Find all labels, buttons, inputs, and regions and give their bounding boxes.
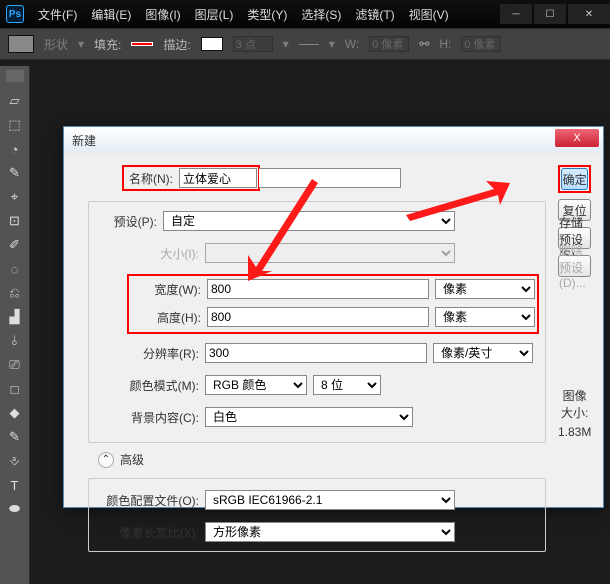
tool-6[interactable]: ✐ (3, 234, 27, 256)
tool-3[interactable]: ✎ (3, 162, 27, 184)
par-select[interactable]: 方形像素 (205, 522, 455, 542)
size-select (205, 243, 455, 263)
size-label: 大小(I): (95, 245, 205, 262)
fill-label: 填充: (94, 36, 121, 53)
width-label: 宽度(W): (131, 281, 207, 298)
fill-swatch[interactable] (131, 42, 153, 46)
mode-label: 颜色模式(M): (95, 377, 205, 394)
new-document-dialog: 新建 X 名称(N): 预设(P): 自定 大小(I): (63, 126, 604, 508)
minimize-button[interactable]: ─ (500, 4, 532, 24)
main-menu: 文件(F) 编辑(E) 图像(I) 图层(L) 类型(Y) 选择(S) 滤镜(T… (32, 4, 498, 25)
menu-filter[interactable]: 滤镜(T) (349, 4, 400, 25)
profile-label: 颜色配置文件(O): (95, 492, 205, 509)
tool-12[interactable]: □ (3, 378, 27, 400)
tool-9[interactable]: ▟ (3, 306, 27, 328)
chevron-icon: ⌃ (98, 452, 114, 468)
menu-image[interactable]: 图像(I) (139, 4, 186, 25)
delete-preset-button: 删除预设(D)... (558, 255, 591, 277)
tool-1[interactable]: ⬚ (3, 114, 27, 136)
mode-select[interactable]: RGB 颜色 (205, 375, 307, 395)
menu-view[interactable]: 视图(V) (403, 4, 455, 25)
profile-select[interactable]: sRGB IEC61966-2.1 (205, 490, 455, 510)
menu-type[interactable]: 类型(Y) (241, 4, 293, 25)
res-label: 分辨率(R): (95, 345, 205, 362)
menu-layer[interactable]: 图层(L) (189, 4, 240, 25)
tools-grip[interactable] (6, 70, 24, 82)
ok-button[interactable]: 确定 (561, 168, 588, 190)
tool-14[interactable]: ✎ (3, 426, 27, 448)
shape-mode[interactable]: 形状 (44, 36, 68, 53)
maximize-button[interactable]: ☐ (534, 4, 566, 24)
tool-7[interactable]: ◌ (3, 258, 27, 280)
tool-preset-swatch[interactable] (8, 35, 34, 53)
name-input-ext[interactable] (259, 168, 401, 188)
depth-select[interactable]: 8 位 (313, 375, 381, 395)
preset-label: 预设(P): (95, 213, 163, 230)
tool-15[interactable]: ⎀ (3, 450, 27, 472)
height-label: 高度(H): (131, 309, 207, 326)
bg-label: 背景内容(C): (95, 409, 205, 426)
stroke-label: 描边: (163, 36, 190, 53)
tool-4[interactable]: ⌖ (3, 186, 27, 208)
tool-10[interactable]: ⫰ (3, 330, 27, 352)
tool-0[interactable]: ▱ (3, 90, 27, 112)
menu-file[interactable]: 文件(F) (32, 4, 83, 25)
w-label: W: (345, 37, 359, 51)
tool-13[interactable]: ◆ (3, 402, 27, 424)
link-icon[interactable]: ⚯ (419, 37, 429, 51)
tool-5[interactable]: ⊡ (3, 210, 27, 232)
tool-11[interactable]: ⎚ (3, 354, 27, 376)
width-input[interactable] (207, 279, 429, 299)
ps-logo: Ps (6, 5, 24, 23)
width-unit-select[interactable]: 像素 (435, 279, 535, 299)
h-input[interactable] (461, 36, 501, 52)
tool-8[interactable]: ⎌ (3, 282, 27, 304)
image-size-value: 1.83M (558, 425, 591, 439)
dialog-title: 新建 (72, 132, 96, 149)
name-label: 名称(N): (125, 170, 179, 187)
h-label: H: (439, 37, 451, 51)
stroke-swatch[interactable] (201, 37, 223, 51)
menu-edit[interactable]: 编辑(E) (85, 4, 137, 25)
options-bar: 形状▾ 填充: 描边: ▾ ▾ W: ⚯ H: (0, 28, 610, 60)
res-unit-select[interactable]: 像素/英寸 (433, 343, 533, 363)
par-label: 像素长宽比(X): (95, 524, 205, 541)
height-input[interactable] (207, 307, 429, 327)
advanced-toggle[interactable]: ⌃ 高级 (98, 451, 546, 468)
res-input[interactable] (205, 343, 427, 363)
bg-select[interactable]: 白色 (205, 407, 413, 427)
preset-select[interactable]: 自定 (163, 211, 455, 231)
menu-select[interactable]: 选择(S) (295, 4, 347, 25)
tool-16[interactable]: T (3, 474, 27, 496)
name-input[interactable] (179, 168, 257, 188)
advanced-label: 高级 (120, 451, 144, 468)
tool-2[interactable]: ◔ (3, 138, 27, 160)
tool-17[interactable]: ⬬ (3, 498, 27, 520)
dialog-titlebar: 新建 X (64, 127, 603, 153)
w-input[interactable] (369, 36, 409, 52)
tools-panel: ▱⬚◔✎⌖⊡✐◌⎌▟⫰⎚□◆✎⎀T⬬ (0, 66, 30, 584)
dialog-close-button[interactable]: X (555, 129, 599, 147)
stroke-width-input[interactable] (233, 36, 273, 52)
image-size-label: 图像大小: (558, 387, 591, 421)
close-button[interactable]: ✕ (568, 4, 610, 24)
height-unit-select[interactable]: 像素 (435, 307, 535, 327)
